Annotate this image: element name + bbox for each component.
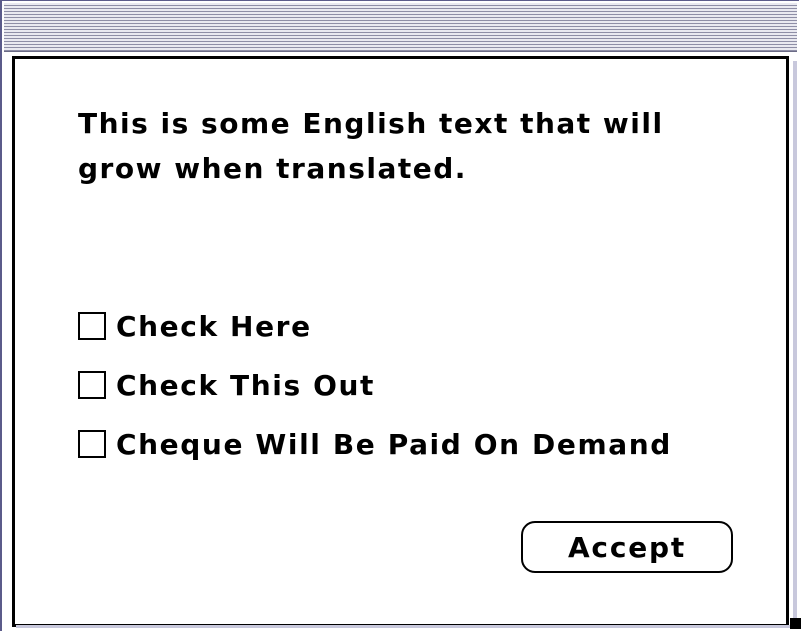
dialog-message: This is some English text that will grow… [78, 107, 664, 185]
checkbox-cheque-on-demand[interactable] [78, 430, 106, 458]
checkbox-row-check-here[interactable]: Check Here [78, 308, 312, 344]
checkbox-row-cheque-on-demand[interactable]: Cheque Will Be Paid On Demand [78, 426, 672, 462]
checkbox-check-here[interactable] [78, 312, 106, 340]
accept-button[interactable]: Accept [521, 521, 733, 573]
window-shadow-bottom [16, 625, 796, 628]
window-shadow-right [793, 61, 797, 621]
checkbox-label-cheque-on-demand[interactable]: Cheque Will Be Paid On Demand [116, 428, 672, 461]
checkbox-label-check-this-out[interactable]: Check This Out [116, 369, 375, 402]
checkbox-label-check-here[interactable]: Check Here [116, 310, 312, 343]
checkbox-row-check-this-out[interactable]: Check This Out [78, 367, 375, 403]
checkbox-check-this-out[interactable] [78, 371, 106, 399]
resize-handle[interactable] [790, 618, 801, 629]
title-bar[interactable] [4, 3, 797, 52]
